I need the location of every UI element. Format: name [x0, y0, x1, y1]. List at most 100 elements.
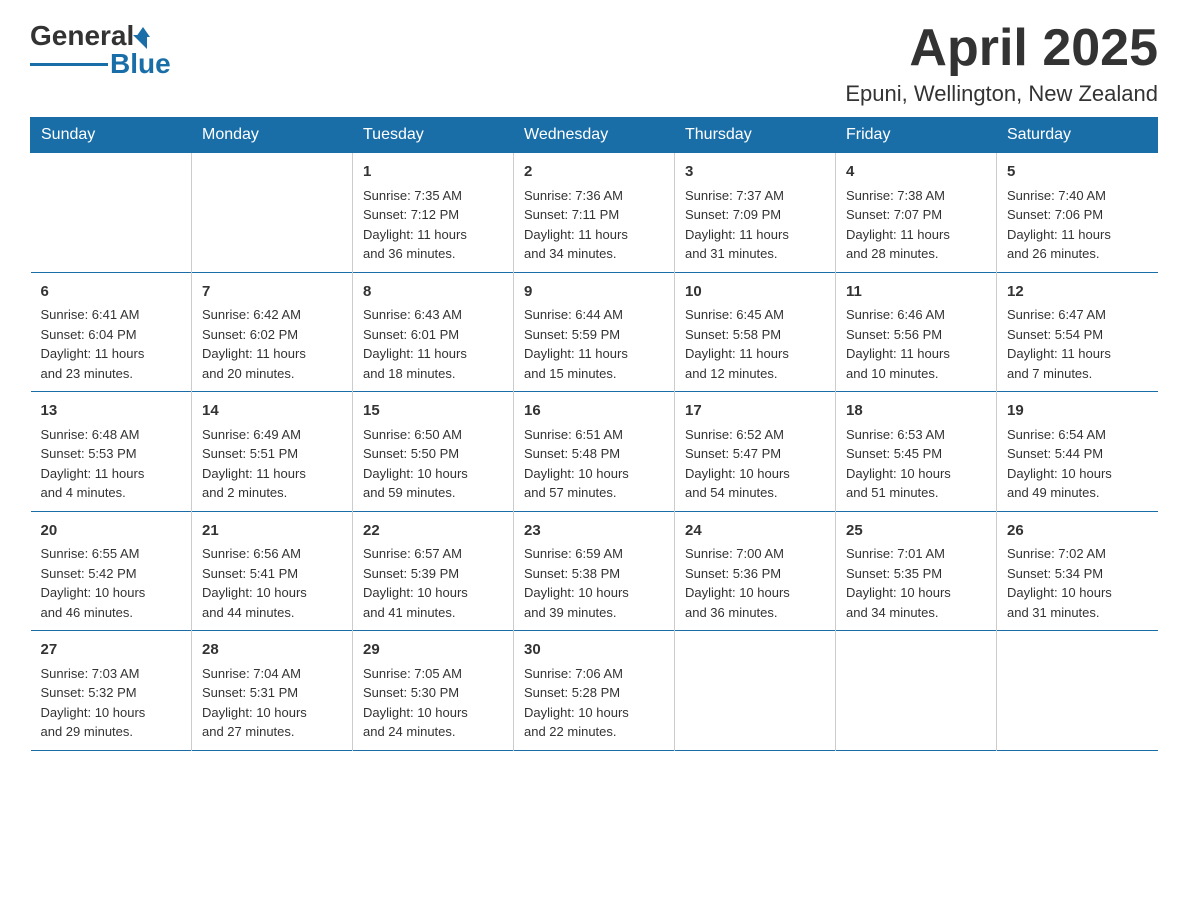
- day-info-line: Daylight: 10 hours: [363, 583, 503, 603]
- day-info-line: Daylight: 11 hours: [524, 344, 664, 364]
- day-info-line: Daylight: 10 hours: [685, 464, 825, 484]
- day-info-line: Sunrise: 7:40 AM: [1007, 186, 1148, 206]
- day-info-line: Daylight: 11 hours: [685, 225, 825, 245]
- calendar-cell: 2Sunrise: 7:36 AMSunset: 7:11 PMDaylight…: [514, 153, 675, 273]
- day-number: 1: [363, 161, 503, 184]
- day-number: 29: [363, 639, 503, 662]
- day-info-line: Sunset: 5:35 PM: [846, 564, 986, 584]
- calendar-cell: 16Sunrise: 6:51 AMSunset: 5:48 PMDayligh…: [514, 392, 675, 512]
- day-info-line: Sunset: 7:07 PM: [846, 205, 986, 225]
- day-info-line: Sunset: 7:12 PM: [363, 205, 503, 225]
- calendar-cell: 3Sunrise: 7:37 AMSunset: 7:09 PMDaylight…: [675, 153, 836, 273]
- day-info-line: Sunset: 5:47 PM: [685, 444, 825, 464]
- day-info-line: and 39 minutes.: [524, 603, 664, 623]
- day-info-line: Daylight: 11 hours: [41, 464, 182, 484]
- day-info-line: Daylight: 10 hours: [202, 703, 342, 723]
- day-number: 17: [685, 400, 825, 423]
- day-number: 8: [363, 281, 503, 304]
- calendar-header-row: SundayMondayTuesdayWednesdayThursdayFrid…: [31, 118, 1158, 153]
- day-info-line: and 28 minutes.: [846, 244, 986, 264]
- day-info-line: Sunrise: 7:03 AM: [41, 664, 182, 684]
- day-info-line: Sunrise: 6:57 AM: [363, 544, 503, 564]
- day-info-line: Sunset: 5:36 PM: [685, 564, 825, 584]
- day-number: 14: [202, 400, 342, 423]
- day-info-line: Daylight: 11 hours: [1007, 344, 1148, 364]
- calendar-cell: 21Sunrise: 6:56 AMSunset: 5:41 PMDayligh…: [192, 511, 353, 631]
- page-title: April 2025: [845, 20, 1158, 77]
- day-info-line: and 29 minutes.: [41, 722, 182, 742]
- day-number: 16: [524, 400, 664, 423]
- day-info-line: Sunrise: 7:06 AM: [524, 664, 664, 684]
- day-number: 2: [524, 161, 664, 184]
- day-info-line: Sunset: 5:45 PM: [846, 444, 986, 464]
- calendar-week-row: 13Sunrise: 6:48 AMSunset: 5:53 PMDayligh…: [31, 392, 1158, 512]
- day-info-line: and 44 minutes.: [202, 603, 342, 623]
- day-info-line: and 10 minutes.: [846, 364, 986, 384]
- day-info-line: Sunrise: 6:59 AM: [524, 544, 664, 564]
- calendar-cell: 14Sunrise: 6:49 AMSunset: 5:51 PMDayligh…: [192, 392, 353, 512]
- day-number: 5: [1007, 161, 1148, 184]
- day-info-line: Daylight: 10 hours: [524, 583, 664, 603]
- calendar-cell: [675, 631, 836, 751]
- day-info-line: Sunrise: 6:46 AM: [846, 305, 986, 325]
- day-info-line: Daylight: 10 hours: [846, 583, 986, 603]
- day-info-line: Sunset: 5:31 PM: [202, 683, 342, 703]
- day-info-line: and 59 minutes.: [363, 483, 503, 503]
- calendar-cell: 10Sunrise: 6:45 AMSunset: 5:58 PMDayligh…: [675, 272, 836, 392]
- day-number: 12: [1007, 281, 1148, 304]
- day-info-line: Sunrise: 6:42 AM: [202, 305, 342, 325]
- day-number: 4: [846, 161, 986, 184]
- day-info-line: Sunset: 7:06 PM: [1007, 205, 1148, 225]
- day-number: 7: [202, 281, 342, 304]
- day-info-line: and 36 minutes.: [685, 603, 825, 623]
- day-info-line: Sunrise: 6:55 AM: [41, 544, 182, 564]
- calendar-cell: 27Sunrise: 7:03 AMSunset: 5:32 PMDayligh…: [31, 631, 192, 751]
- day-info-line: Sunrise: 6:41 AM: [41, 305, 182, 325]
- day-info-line: Sunset: 5:38 PM: [524, 564, 664, 584]
- day-info-line: Sunrise: 6:52 AM: [685, 425, 825, 445]
- calendar-cell: 29Sunrise: 7:05 AMSunset: 5:30 PMDayligh…: [353, 631, 514, 751]
- day-info-line: Daylight: 11 hours: [202, 464, 342, 484]
- calendar-cell: 6Sunrise: 6:41 AMSunset: 6:04 PMDaylight…: [31, 272, 192, 392]
- day-of-week-header: Monday: [192, 118, 353, 153]
- day-number: 26: [1007, 520, 1148, 543]
- calendar-cell: 30Sunrise: 7:06 AMSunset: 5:28 PMDayligh…: [514, 631, 675, 751]
- day-number: 13: [41, 400, 182, 423]
- day-info-line: and 34 minutes.: [524, 244, 664, 264]
- calendar-cell: 11Sunrise: 6:46 AMSunset: 5:56 PMDayligh…: [836, 272, 997, 392]
- day-info-line: Sunrise: 6:56 AM: [202, 544, 342, 564]
- calendar-cell: [836, 631, 997, 751]
- day-info-line: Sunset: 5:54 PM: [1007, 325, 1148, 345]
- day-info-line: Sunset: 5:42 PM: [41, 564, 182, 584]
- day-info-line: and 27 minutes.: [202, 722, 342, 742]
- day-info-line: Daylight: 11 hours: [41, 344, 182, 364]
- day-info-line: Sunset: 6:02 PM: [202, 325, 342, 345]
- day-info-line: and 20 minutes.: [202, 364, 342, 384]
- day-info-line: and 26 minutes.: [1007, 244, 1148, 264]
- calendar-cell: 28Sunrise: 7:04 AMSunset: 5:31 PMDayligh…: [192, 631, 353, 751]
- day-info-line: Sunrise: 6:47 AM: [1007, 305, 1148, 325]
- calendar-cell: [192, 153, 353, 273]
- day-info-line: and 23 minutes.: [41, 364, 182, 384]
- calendar-week-row: 27Sunrise: 7:03 AMSunset: 5:32 PMDayligh…: [31, 631, 1158, 751]
- calendar-cell: 1Sunrise: 7:35 AMSunset: 7:12 PMDaylight…: [353, 153, 514, 273]
- calendar-cell: 13Sunrise: 6:48 AMSunset: 5:53 PMDayligh…: [31, 392, 192, 512]
- day-info-line: Sunset: 5:28 PM: [524, 683, 664, 703]
- day-of-week-header: Thursday: [675, 118, 836, 153]
- calendar-cell: 26Sunrise: 7:02 AMSunset: 5:34 PMDayligh…: [997, 511, 1158, 631]
- day-info-line: Sunset: 5:56 PM: [846, 325, 986, 345]
- day-info-line: Sunset: 5:41 PM: [202, 564, 342, 584]
- day-number: 18: [846, 400, 986, 423]
- day-info-line: and 46 minutes.: [41, 603, 182, 623]
- day-info-line: and 31 minutes.: [1007, 603, 1148, 623]
- calendar-cell: 15Sunrise: 6:50 AMSunset: 5:50 PMDayligh…: [353, 392, 514, 512]
- calendar-table: SundayMondayTuesdayWednesdayThursdayFrid…: [30, 117, 1158, 751]
- day-of-week-header: Tuesday: [353, 118, 514, 153]
- day-info-line: and 54 minutes.: [685, 483, 825, 503]
- day-info-line: Daylight: 10 hours: [202, 583, 342, 603]
- day-of-week-header: Friday: [836, 118, 997, 153]
- calendar-cell: [31, 153, 192, 273]
- day-info-line: and 34 minutes.: [846, 603, 986, 623]
- day-info-line: Sunset: 5:50 PM: [363, 444, 503, 464]
- day-number: 10: [685, 281, 825, 304]
